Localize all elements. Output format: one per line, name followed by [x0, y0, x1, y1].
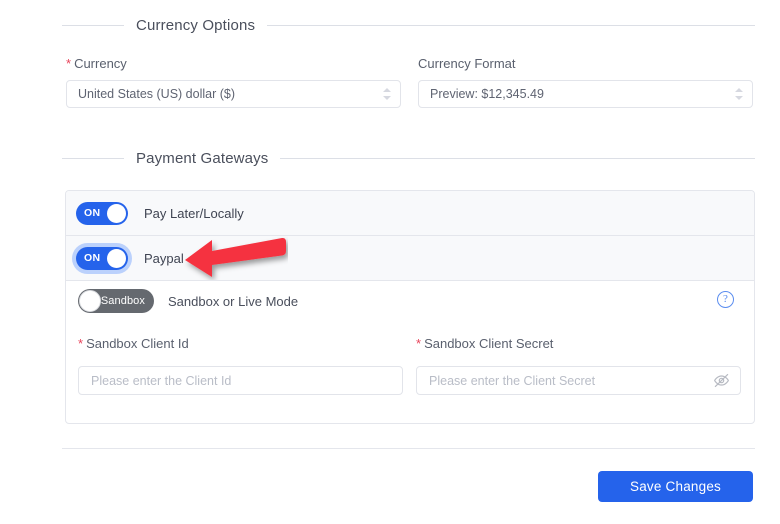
divider-right	[280, 157, 755, 159]
required-asterisk: *	[78, 336, 84, 351]
save-changes-button[interactable]: Save Changes	[598, 471, 753, 502]
divider-left	[62, 24, 124, 26]
currency-options-section-header: Currency Options	[62, 14, 755, 36]
payment-gateways-card: ON Pay Later/Locally ON Paypal Sandbox S…	[65, 190, 755, 424]
sandbox-client-id-placeholder: Please enter the Client Id	[91, 373, 232, 388]
sandbox-client-id-input[interactable]: Please enter the Client Id	[78, 366, 403, 395]
currency-label: * Currency	[66, 56, 127, 71]
gateway-name-paypal: Paypal	[144, 250, 184, 266]
toggle-state-label: ON	[84, 251, 101, 264]
toggle-knob	[107, 203, 126, 223]
sandbox-client-id-label-text: Sandbox Client Id	[86, 336, 189, 351]
settings-page: Currency Options * Currency United States…	[0, 0, 780, 524]
toggle-paypal[interactable]: ON	[76, 246, 128, 270]
currency-select-value: United States (US) dollar ($)	[78, 87, 236, 101]
toggle-knob	[79, 290, 101, 312]
required-asterisk: *	[416, 336, 422, 351]
toggle-sandbox-mode[interactable]: Sandbox	[78, 289, 154, 313]
chevron-updown-icon	[382, 87, 392, 101]
sandbox-client-secret-label-text: Sandbox Client Secret	[424, 336, 554, 351]
divider-left	[62, 157, 124, 159]
payment-gateways-title: Payment Gateways	[136, 149, 269, 167]
gateway-name-pay-later: Pay Later/Locally	[144, 205, 244, 221]
currency-format-label: Currency Format	[418, 56, 516, 71]
sandbox-client-secret-label: * Sandbox Client Secret	[416, 336, 553, 351]
currency-format-select[interactable]: Preview: $12,345.49	[418, 80, 753, 108]
sandbox-client-secret-placeholder: Please enter the Client Secret	[429, 373, 596, 388]
currency-select[interactable]: United States (US) dollar ($)	[66, 80, 401, 108]
currency-options-title: Currency Options	[136, 16, 256, 34]
sandbox-client-secret-input[interactable]: Please enter the Client Secret	[416, 366, 741, 395]
chevron-updown-icon	[734, 87, 744, 101]
sandbox-client-id-label: * Sandbox Client Id	[78, 336, 189, 351]
eye-slash-icon[interactable]	[713, 372, 730, 389]
footer-divider	[62, 448, 755, 449]
sandbox-mode-caption: Sandbox or Live Mode	[168, 293, 299, 309]
toggle-knob	[107, 248, 126, 268]
question-mark-circle-icon[interactable]: ?	[717, 291, 734, 308]
sandbox-mode-row: Sandbox Sandbox or Live Mode	[78, 289, 298, 313]
gateway-row-paypal[interactable]: ON Paypal	[66, 236, 754, 281]
toggle-sandbox-label: Sandbox	[100, 295, 145, 307]
required-asterisk: *	[66, 56, 72, 71]
toggle-pay-later[interactable]: ON	[76, 201, 128, 225]
currency-format-label-text: Currency Format	[418, 56, 516, 71]
gateway-row-pay-later[interactable]: ON Pay Later/Locally	[66, 191, 754, 236]
currency-label-text: Currency	[74, 56, 127, 71]
divider-right	[267, 24, 755, 26]
toggle-state-label: ON	[84, 206, 101, 219]
payment-gateways-section-header: Payment Gateways	[62, 147, 755, 169]
currency-format-select-value: Preview: $12,345.49	[430, 87, 544, 101]
